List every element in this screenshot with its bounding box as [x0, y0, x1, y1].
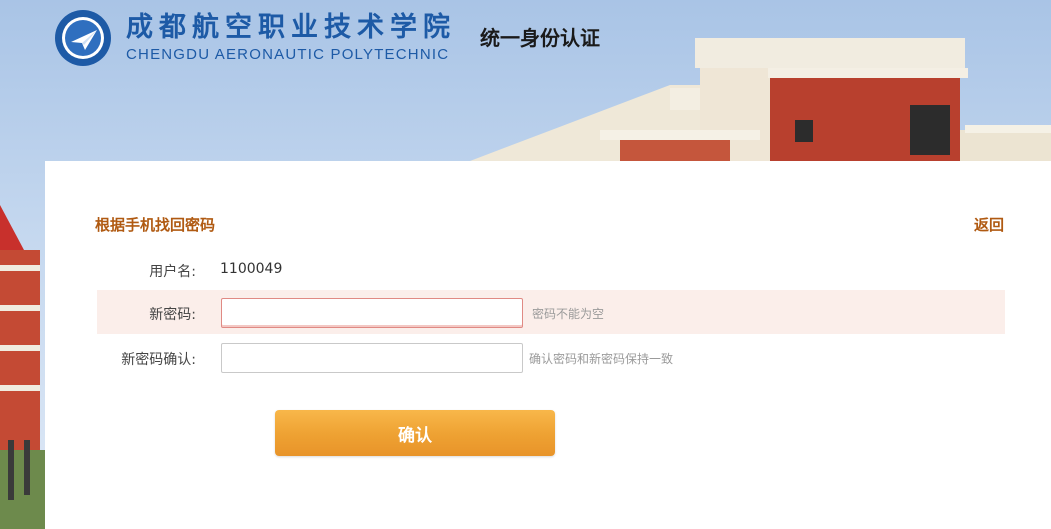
page-title: 根据手机找回密码 [95, 216, 216, 234]
new-password-label: 新密码: [149, 307, 196, 323]
system-title: 统一身份认证 [480, 26, 600, 50]
school-name-en: CHENGDU AERONAUTIC POLYTECHNIC [126, 46, 450, 63]
username-label: 用户名: [149, 264, 196, 280]
school-name: 成都航空职业技术学院 CHENGDU AERONAUTIC POLYTECHNI… [126, 12, 456, 64]
password-reset-panel: 根据手机找回密码 返回 用户名: 1100049 新密码: 密码不能为空 新密码… [45, 161, 1051, 529]
confirm-password-hint: 确认密码和新密码保持一致 [529, 352, 674, 366]
school-name-cn: 成都航空职业技术学院 [126, 12, 456, 43]
campus-building-right [470, 38, 1051, 170]
school-emblem-icon [55, 10, 111, 66]
confirm-button[interactable]: 确认 [275, 410, 555, 456]
confirm-password-row: 新密码确认: 确认密码和新密码保持一致 [45, 343, 1051, 373]
new-password-row: 新密码: 密码不能为空 [45, 290, 1051, 334]
campus-building-left [0, 205, 48, 529]
username-value: 1100049 [220, 261, 283, 277]
confirm-password-input[interactable] [221, 343, 523, 373]
new-password-error: 密码不能为空 [532, 307, 605, 321]
back-link[interactable]: 返回 [974, 214, 1004, 235]
site-header: 成都航空职业技术学院 CHENGDU AERONAUTIC POLYTECHNI… [54, 8, 456, 68]
confirm-password-label: 新密码确认: [121, 352, 196, 368]
username-row: 用户名: 1100049 [45, 258, 1051, 282]
new-password-input[interactable] [221, 298, 523, 328]
